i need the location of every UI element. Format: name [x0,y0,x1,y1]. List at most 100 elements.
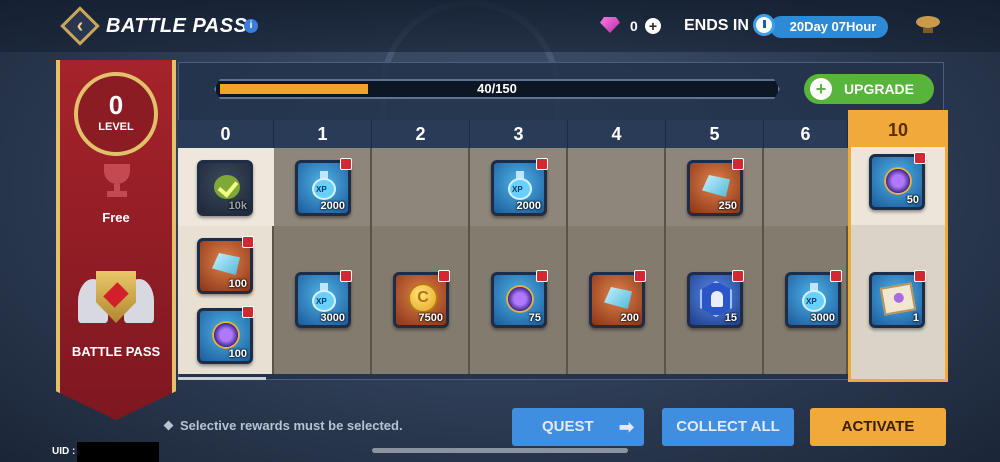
battle-pass-emblem-icon [78,265,154,339]
quest-label: QUEST [542,418,594,435]
reward-col1-bp-xp-potion[interactable]: XP 3000 [295,270,352,328]
lock-icon [536,270,548,282]
lock-icon [536,158,548,170]
home-indicator[interactable] [372,448,628,453]
add-gems-button[interactable]: + [645,18,661,34]
crystal-icon [604,287,632,309]
reward-col3-free-xp-potion[interactable]: XP 2000 [491,158,548,216]
lock-icon [830,270,842,282]
airship-balloon [916,16,940,28]
xp-potion-icon: XP [508,171,532,201]
column-header-10: 10 [851,113,945,147]
info-icon[interactable]: i [244,19,258,33]
trophy-icon [100,164,134,198]
upgrade-button[interactable]: + UPGRADE [804,74,934,104]
gem-count: 0 [630,18,638,34]
level-number: 0 [108,90,124,120]
reward-col4-bp-crystal[interactable]: 200 [589,270,646,328]
top-bar: ‹ BATTLE PASS i 0 + ENDS IN 20Day 07Hour [0,0,1000,52]
column-header-4: 4 [568,120,666,148]
xp-potion-icon: XP [312,283,336,313]
free-cell-6 [764,148,848,226]
free-cell-4 [568,148,664,226]
lock-icon [242,306,254,318]
column-header-3: 3 [470,120,568,148]
horizontal-scrollbar[interactable] [178,377,266,380]
reward-quantity: 15 [724,312,737,324]
selective-rewards-note: Selective rewards must be selected. [180,418,403,433]
orb-icon [506,285,534,313]
clock-icon [753,14,775,36]
column-header-0: 0 [178,120,274,148]
lock-icon [438,270,450,282]
reward-quantity: 3000 [320,312,345,324]
lock-icon [340,270,352,282]
reward-quantity: 100 [228,278,247,290]
airship-icon[interactable] [914,14,942,34]
quest-button[interactable]: QUEST ➡ [512,408,644,446]
collect-all-button[interactable]: COLLECT ALL [662,408,794,446]
back-button[interactable]: ‹ [60,6,100,46]
reward-quantity: 2000 [516,200,541,212]
reward-col5-free-crystal[interactable]: 250 [687,158,744,216]
xp-glyph: XP [316,297,327,306]
progress-bar: 40/150 [214,79,780,99]
reward-col3-bp-orb[interactable]: 75 [491,270,548,328]
crystal-icon [702,175,730,197]
airship-gondola [923,28,933,33]
xp-glyph: XP [512,185,523,194]
reward-quantity: 75 [528,312,541,324]
trophy-base [107,191,127,197]
uid-label: UID : [52,446,76,457]
trophy-cup [104,164,130,184]
column-header-1: 1 [274,120,372,148]
xp-potion-icon: XP [312,171,336,201]
lock-icon [242,236,254,248]
reward-col5-bp-hero-token[interactable]: 15 [687,270,744,328]
reward-quantity: 3000 [810,312,835,324]
trophy-stem [114,184,120,191]
coin-icon: C [408,283,438,313]
reward-col6-bp-xp-potion[interactable]: XP 3000 [785,270,842,328]
level-badge: 0 LEVEL [74,72,158,156]
lock-icon [914,152,926,164]
free-track-label: Free [102,210,130,225]
bullet-icon [163,420,174,431]
battle-pass-track-label: BATTLE PASS [71,344,161,359]
column-header-6: 6 [764,120,848,148]
checkmark-icon [214,175,240,199]
reward-col0-bp-orb[interactable]: 100 [197,306,254,364]
back-arrow-icon: ‹ [76,14,84,37]
free-cell-2 [372,148,468,226]
arrow-right-icon: ➡ [618,417,634,437]
plus-icon: + [810,78,832,100]
reward-col0-free-claimed[interactable]: 10k [197,160,253,216]
ends-in-timer: 20Day 07Hour [770,16,888,38]
reward-col10-free-orb[interactable]: 50 [869,152,926,210]
reward-col2-bp-coin[interactable]: C 7500 [393,270,450,328]
ends-in-label: ENDS IN [684,17,749,34]
orb-icon [884,167,912,195]
reward-quantity: 200 [620,312,639,324]
reward-quantity: 250 [718,200,737,212]
reward-col0-bp-crystal[interactable]: 100 [197,236,254,294]
xp-glyph: XP [316,185,327,194]
lock-icon [732,270,744,282]
reward-col10-bp-book[interactable]: 1 [869,270,926,328]
column-header-2: 2 [372,120,470,148]
activate-button[interactable]: ACTIVATE [810,408,946,446]
reward-col1-free-xp-potion[interactable]: XP 2000 [295,158,352,216]
level-label: LEVEL [98,121,134,133]
upgrade-label: UPGRADE [844,81,915,97]
column-header-5: 5 [666,120,764,148]
reward-quantity: 1 [912,312,919,324]
lock-icon [340,158,352,170]
progress-text: 40/150 [477,81,517,96]
reward-quantity: 2000 [320,200,345,212]
xp-potion-icon: XP [802,283,826,313]
reward-quantity: 7500 [418,312,443,324]
lock-icon [634,270,646,282]
level-column-10: 10 [848,110,948,382]
reward-quantity: 50 [906,194,919,206]
level-banner: 0 LEVEL Free BATTLE PASS [56,60,176,420]
